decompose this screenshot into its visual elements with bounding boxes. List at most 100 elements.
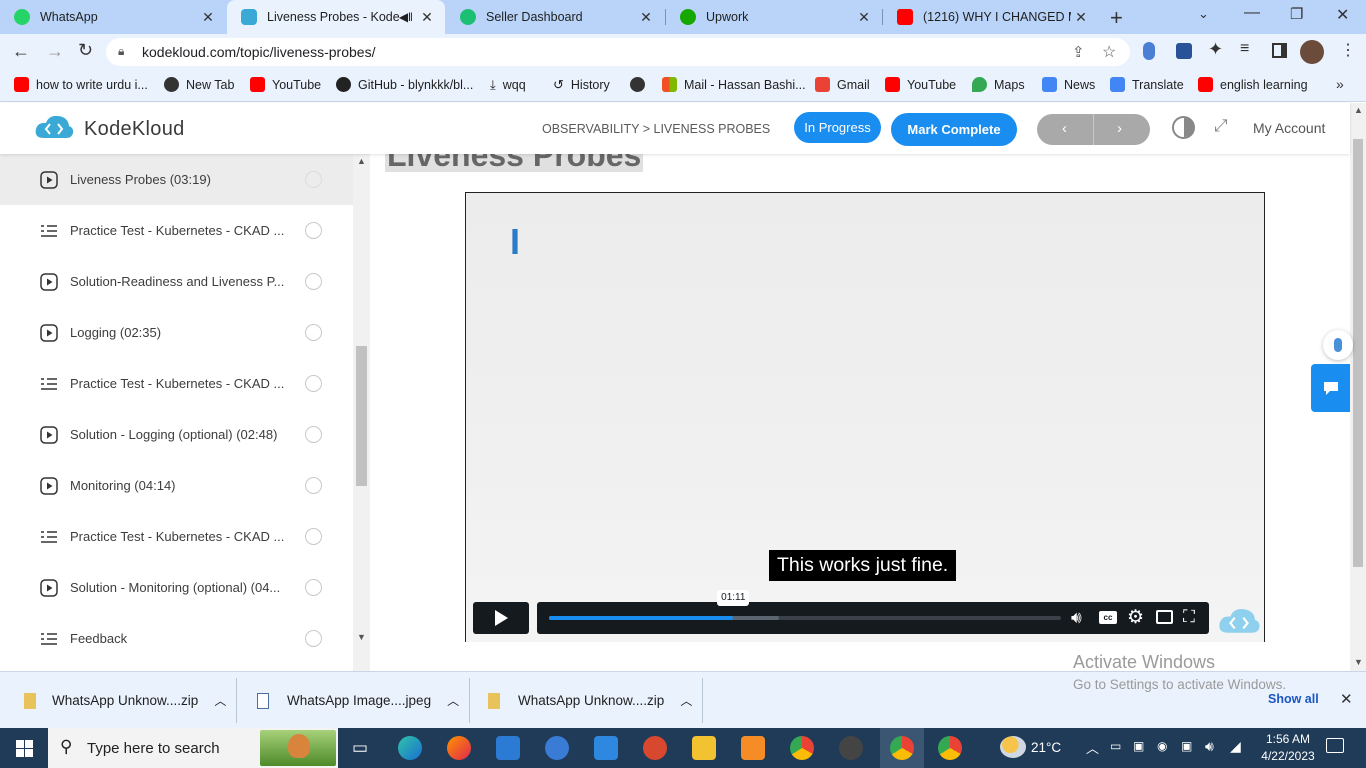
side-panel-icon[interactable] bbox=[1272, 43, 1287, 58]
show-hidden-icons[interactable]: ︿ bbox=[1086, 738, 1099, 757]
fullscreen-icon[interactable]: ⛶ bbox=[1183, 607, 1195, 627]
address-bar[interactable]: 🔒︎ kodekloud.com/topic/liveness-probes/ … bbox=[106, 38, 1130, 66]
tab-kodekloud[interactable]: Liveness Probes - KodeK ◀‖ ✕ bbox=[227, 0, 445, 34]
chrome-icon[interactable] bbox=[938, 736, 962, 760]
share-icon[interactable]: ⇪ bbox=[1072, 43, 1085, 61]
chevron-up-icon[interactable]: ︿ bbox=[680, 692, 692, 709]
completion-circle-icon[interactable] bbox=[305, 630, 322, 647]
url-text[interactable]: kodekloud.com/topic/liveness-probes/ bbox=[142, 44, 375, 60]
bookmark-item[interactable]: Translate bbox=[1110, 77, 1184, 92]
captions-icon[interactable]: cc bbox=[1099, 611, 1117, 624]
completion-circle-icon[interactable] bbox=[305, 375, 322, 392]
completion-circle-icon[interactable] bbox=[305, 222, 322, 239]
close-icon[interactable]: ✕ bbox=[198, 9, 218, 26]
extensions-puzzle-icon[interactable]: ✦ bbox=[1208, 39, 1223, 60]
sidebar-lesson-item[interactable]: Monitoring (04:14) bbox=[0, 460, 353, 511]
close-icon[interactable]: ✕ bbox=[854, 9, 874, 26]
sidebar-lesson-item[interactable]: Practice Test - Kubernetes - CKAD ... bbox=[0, 358, 353, 409]
obs-icon[interactable] bbox=[839, 736, 863, 760]
picture-in-picture-icon[interactable] bbox=[1156, 610, 1173, 624]
sidebar-lesson-item[interactable]: Solution - Logging (optional) (02:48) bbox=[0, 409, 353, 460]
voice-widget-button[interactable] bbox=[1323, 330, 1353, 360]
mark-complete-button[interactable]: Mark Complete bbox=[891, 113, 1017, 146]
app-icon[interactable] bbox=[643, 736, 667, 760]
scroll-up-icon[interactable]: ▲ bbox=[1354, 105, 1363, 115]
bookmark-item[interactable]: YouTube bbox=[885, 77, 956, 92]
webcam-icon[interactable]: ◉ bbox=[1157, 739, 1167, 753]
page-scrollbar[interactable]: ▲ ▼ bbox=[1350, 103, 1366, 671]
tab-whatsapp[interactable]: WhatsApp ✕ bbox=[0, 0, 226, 34]
profile-avatar[interactable] bbox=[1300, 40, 1324, 64]
forward-icon[interactable]: → bbox=[46, 41, 64, 62]
completion-circle-icon[interactable] bbox=[305, 171, 322, 188]
previous-lesson-icon[interactable]: ‹ bbox=[1062, 120, 1067, 137]
bookmark-item[interactable]: Gmail bbox=[815, 77, 870, 92]
close-icon[interactable]: ✕ bbox=[1071, 9, 1091, 26]
star-icon[interactable]: ☆ bbox=[1102, 42, 1116, 62]
mail-icon[interactable] bbox=[594, 736, 618, 760]
bookmark-item[interactable]: ↺ History bbox=[553, 77, 610, 93]
seek-bar[interactable] bbox=[549, 616, 1061, 620]
network-icon[interactable]: ▣ bbox=[1133, 739, 1144, 753]
task-view-icon[interactable]: ▭ bbox=[352, 738, 368, 758]
in-progress-button[interactable]: In Progress bbox=[794, 112, 881, 143]
kodekloud-logo-icon[interactable] bbox=[34, 114, 74, 142]
scroll-down-icon[interactable]: ▼ bbox=[357, 632, 366, 642]
completion-circle-icon[interactable] bbox=[305, 324, 322, 341]
scroll-down-icon[interactable]: ▼ bbox=[1354, 657, 1363, 667]
next-lesson-icon[interactable]: › bbox=[1117, 120, 1122, 137]
clock-time[interactable]: 1:56 AM bbox=[1258, 732, 1318, 746]
bookmarks-overflow-icon[interactable]: » bbox=[1336, 76, 1344, 92]
bookmark-item[interactable]: Mail - Hassan Bashi... bbox=[662, 77, 806, 92]
wifi-icon[interactable]: ◢ bbox=[1230, 738, 1241, 755]
back-icon[interactable]: ← bbox=[12, 41, 30, 62]
sidebar-lesson-item[interactable]: Practice Test - Kubernetes - CKAD ... bbox=[0, 511, 353, 562]
bookmark-item[interactable]: how to write urdu i... bbox=[14, 77, 148, 92]
battery-icon[interactable]: ▭ bbox=[1110, 739, 1121, 753]
bookmark-item[interactable]: YouTube bbox=[250, 77, 321, 92]
windows-start-icon[interactable] bbox=[16, 740, 33, 757]
weather-icon[interactable] bbox=[1000, 736, 1026, 758]
microphone-icon[interactable] bbox=[1143, 42, 1155, 60]
speaker-icon[interactable]: ◀‖ bbox=[399, 10, 413, 24]
bookmark-item[interactable]: News bbox=[1042, 77, 1095, 92]
sidebar-scroll-thumb[interactable] bbox=[356, 346, 367, 486]
sidebar-lesson-item[interactable]: Solution - Monitoring (optional) (04... bbox=[0, 562, 353, 613]
bookmark-item[interactable]: New Tab bbox=[164, 77, 234, 92]
chevron-up-icon[interactable]: ︿ bbox=[214, 692, 226, 709]
bookmark-item[interactable]: Maps bbox=[972, 77, 1025, 92]
close-downloads-icon[interactable]: ✕ bbox=[1340, 690, 1353, 708]
app-icon[interactable] bbox=[741, 736, 765, 760]
volume-icon[interactable]: 🔊︎ bbox=[1071, 608, 1082, 628]
settings-gear-icon[interactable]: ⚙ bbox=[1127, 606, 1144, 629]
menu-kebab-icon[interactable]: ⋮ bbox=[1340, 40, 1356, 60]
system-icon[interactable]: ▣ bbox=[1181, 739, 1192, 753]
tab-seller-dashboard[interactable]: Seller Dashboard ✕ bbox=[446, 0, 664, 34]
app-icon[interactable] bbox=[545, 736, 569, 760]
sidebar-lesson-item[interactable]: Logging (02:35) bbox=[0, 307, 353, 358]
extension-download-icon[interactable] bbox=[1176, 43, 1192, 59]
scroll-up-icon[interactable]: ▲ bbox=[357, 156, 366, 166]
taskbar-active-app[interactable] bbox=[880, 728, 924, 768]
sidebar-lesson-item[interactable]: Liveness Probes (03:19) bbox=[0, 154, 353, 205]
clock-date[interactable]: 4/22/2023 bbox=[1258, 749, 1318, 763]
minimize-icon[interactable]: — bbox=[1244, 4, 1260, 22]
sidebar-scrollbar[interactable]: ▲ ▼ bbox=[353, 154, 370, 671]
sidebar-lesson-item[interactable]: Solution-Readiness and Liveness P... bbox=[0, 256, 353, 307]
completion-circle-icon[interactable] bbox=[305, 579, 322, 596]
edge-icon[interactable] bbox=[398, 736, 422, 760]
tab-youtube[interactable]: (1216) WHY I CHANGED MY ✕ bbox=[883, 0, 1099, 34]
new-tab-icon[interactable]: + bbox=[1110, 5, 1123, 31]
fullscreen-expand-icon[interactable]: ⤢ bbox=[1214, 116, 1228, 136]
download-item[interactable]: WhatsApp Unknow....zip ︿ bbox=[470, 672, 702, 729]
bookmark-item[interactable] bbox=[630, 77, 652, 92]
bookmark-item[interactable]: ⤓ wqq bbox=[490, 77, 526, 93]
taskbar-search-box[interactable]: ⚲ Type here to search bbox=[48, 728, 338, 768]
notifications-icon[interactable] bbox=[1326, 738, 1344, 753]
media-control-icon[interactable]: ≡ bbox=[1240, 40, 1249, 58]
dark-mode-icon[interactable] bbox=[1172, 116, 1195, 139]
close-icon[interactable]: ✕ bbox=[417, 9, 437, 26]
completion-circle-icon[interactable] bbox=[305, 273, 322, 290]
chevron-up-icon[interactable]: ︿ bbox=[447, 692, 459, 709]
reload-icon[interactable]: ↻ bbox=[78, 40, 93, 61]
